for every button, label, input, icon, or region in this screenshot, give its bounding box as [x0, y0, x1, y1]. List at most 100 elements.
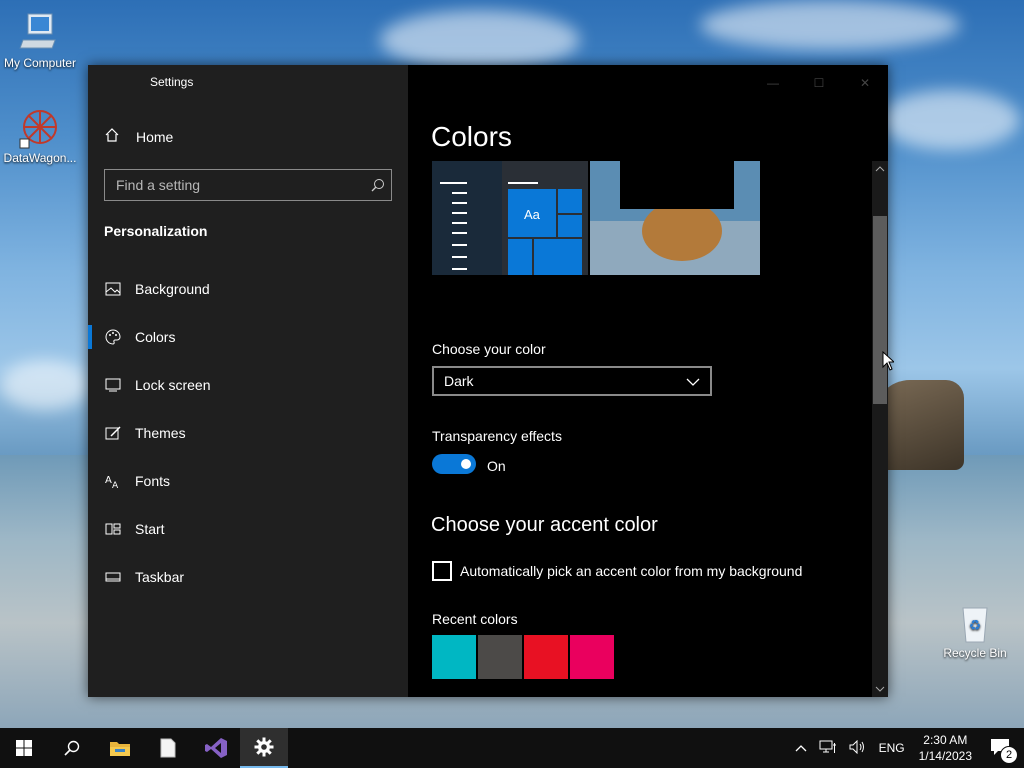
chevron-up-icon[interactable]: [789, 741, 813, 755]
mouse-cursor-icon: [882, 350, 896, 376]
settings-taskbar-button[interactable]: [240, 728, 288, 768]
sidebar-item-label: Taskbar: [135, 569, 185, 585]
notification-badge: 2: [1000, 745, 1018, 764]
search-icon[interactable]: [365, 178, 391, 192]
sidebar-item-label: Lock screen: [135, 377, 211, 393]
volume-icon[interactable]: [843, 739, 873, 757]
recent-colors: [432, 635, 614, 679]
color-mode-dropdown[interactable]: Dark: [432, 366, 712, 396]
computer-icon: [18, 10, 62, 54]
transparency-state: On: [487, 458, 506, 474]
window-title: Settings: [150, 75, 194, 89]
settings-sidebar: Settings Home Personalization Background…: [88, 65, 408, 697]
home-label: Home: [136, 128, 174, 145]
scroll-down-icon[interactable]: [872, 681, 888, 697]
sidebar-item-colors[interactable]: Colors: [88, 313, 408, 361]
cloud: [380, 10, 580, 70]
fonts-icon: AA: [104, 473, 121, 490]
themes-icon: [104, 425, 121, 442]
search-input[interactable]: [105, 176, 365, 194]
sidebar-item-themes[interactable]: Themes: [88, 409, 408, 457]
palette-icon: [104, 329, 121, 346]
page-title: Colors: [431, 121, 512, 152]
recent-color-swatch[interactable]: [570, 635, 614, 679]
section-title: Personalization: [104, 223, 208, 239]
clock[interactable]: 2:30 AM 1/14/2023: [911, 732, 980, 764]
sidebar-item-label: Background: [135, 281, 210, 297]
recent-color-swatch[interactable]: [524, 635, 568, 679]
svg-text:A: A: [112, 481, 119, 489]
recent-colors-label: Recent colors: [432, 611, 518, 627]
system-tray: ENG 2:30 AM 1/14/2023 2: [789, 728, 1024, 768]
desktop-icon-my-computer[interactable]: My Computer: [0, 10, 80, 70]
choose-color-label: Choose your color: [432, 341, 546, 357]
sidebar-item-label: Colors: [135, 329, 176, 345]
visual-studio-button[interactable]: [192, 728, 240, 768]
sidebar-item-fonts[interactable]: AA Fonts: [88, 457, 408, 505]
sidebar-item-label: Start: [135, 521, 165, 537]
svg-text:♻: ♻: [969, 618, 982, 634]
recycle-bin-icon: ♻: [953, 600, 997, 644]
sidebar-item-label: Fonts: [135, 473, 171, 489]
auto-accent-label: Automatically pick an accent color from …: [460, 563, 803, 579]
sidebar-item-background[interactable]: Background: [88, 265, 408, 313]
action-center-button[interactable]: 2: [980, 738, 1024, 764]
recent-color-swatch[interactable]: [478, 635, 522, 679]
cloud: [880, 90, 1020, 150]
document-icon: [160, 738, 176, 758]
language-indicator[interactable]: ENG: [873, 741, 911, 755]
svg-text:A: A: [105, 475, 112, 486]
color-preview: Aa: [432, 161, 760, 275]
cloud: [700, 0, 960, 50]
sidebar-item-label: Themes: [135, 425, 186, 441]
preview-tile-text: Aa: [524, 207, 540, 222]
search-icon: [64, 740, 80, 756]
chevron-down-icon: [686, 373, 700, 389]
color-mode-value: Dark: [444, 373, 474, 389]
content-scrollbar[interactable]: [872, 161, 888, 697]
minimize-button[interactable]: —: [750, 73, 796, 93]
desktop-icon-label: My Computer: [3, 56, 77, 70]
cloud: [0, 360, 90, 410]
notepad-button[interactable]: [144, 728, 192, 768]
datawagon-icon: [18, 105, 62, 149]
transparency-label: Transparency effects: [432, 428, 562, 444]
gear-icon: [254, 737, 274, 757]
lock-screen-icon: [104, 377, 121, 394]
sidebar-item-taskbar[interactable]: Taskbar: [88, 553, 408, 601]
network-icon[interactable]: [813, 740, 843, 757]
sidebar-nav: Background Colors Lock screen Themes AA …: [88, 265, 408, 601]
home-nav-item[interactable]: Home: [104, 127, 173, 146]
desktop-icon-label: DataWagon...: [3, 151, 77, 165]
auto-accent-option[interactable]: Automatically pick an accent color from …: [432, 561, 802, 581]
start-button[interactable]: [0, 728, 48, 768]
settings-window: Settings Home Personalization Background…: [88, 65, 888, 697]
auto-accent-checkbox[interactable]: [432, 561, 452, 581]
desktop-icon-recycle-bin[interactable]: ♻ Recycle Bin: [935, 600, 1015, 660]
folder-icon: [110, 742, 130, 756]
taskbar-icon: [104, 569, 121, 586]
close-button[interactable]: ✕: [842, 73, 888, 93]
desktop-icon-datawagon[interactable]: DataWagon...: [0, 105, 80, 165]
image-icon: [104, 281, 121, 298]
clock-date: 1/14/2023: [918, 749, 972, 763]
home-icon: [104, 127, 120, 146]
sidebar-item-start[interactable]: Start: [88, 505, 408, 553]
scroll-up-icon[interactable]: [872, 161, 888, 177]
taskbar: ENG 2:30 AM 1/14/2023 2: [0, 728, 1024, 768]
windows-logo-icon: [16, 740, 32, 756]
maximize-button[interactable]: ☐: [796, 73, 842, 93]
transparency-toggle[interactable]: [432, 454, 476, 474]
toggle-knob: [461, 459, 471, 469]
clock-time: 2:30 AM: [923, 733, 968, 747]
settings-content: — ☐ ✕ Colors Aa Choose your color Dark T…: [408, 65, 888, 697]
start-icon: [104, 521, 121, 538]
sidebar-item-lock-screen[interactable]: Lock screen: [88, 361, 408, 409]
recent-color-swatch[interactable]: [432, 635, 476, 679]
file-explorer-button[interactable]: [96, 728, 144, 768]
accent-color-heading: Choose your accent color: [431, 514, 658, 536]
visual-studio-icon: [205, 738, 227, 758]
search-box[interactable]: [104, 169, 392, 201]
search-taskbar-button[interactable]: [48, 728, 96, 768]
desktop-icon-label: Recycle Bin: [943, 646, 1007, 660]
